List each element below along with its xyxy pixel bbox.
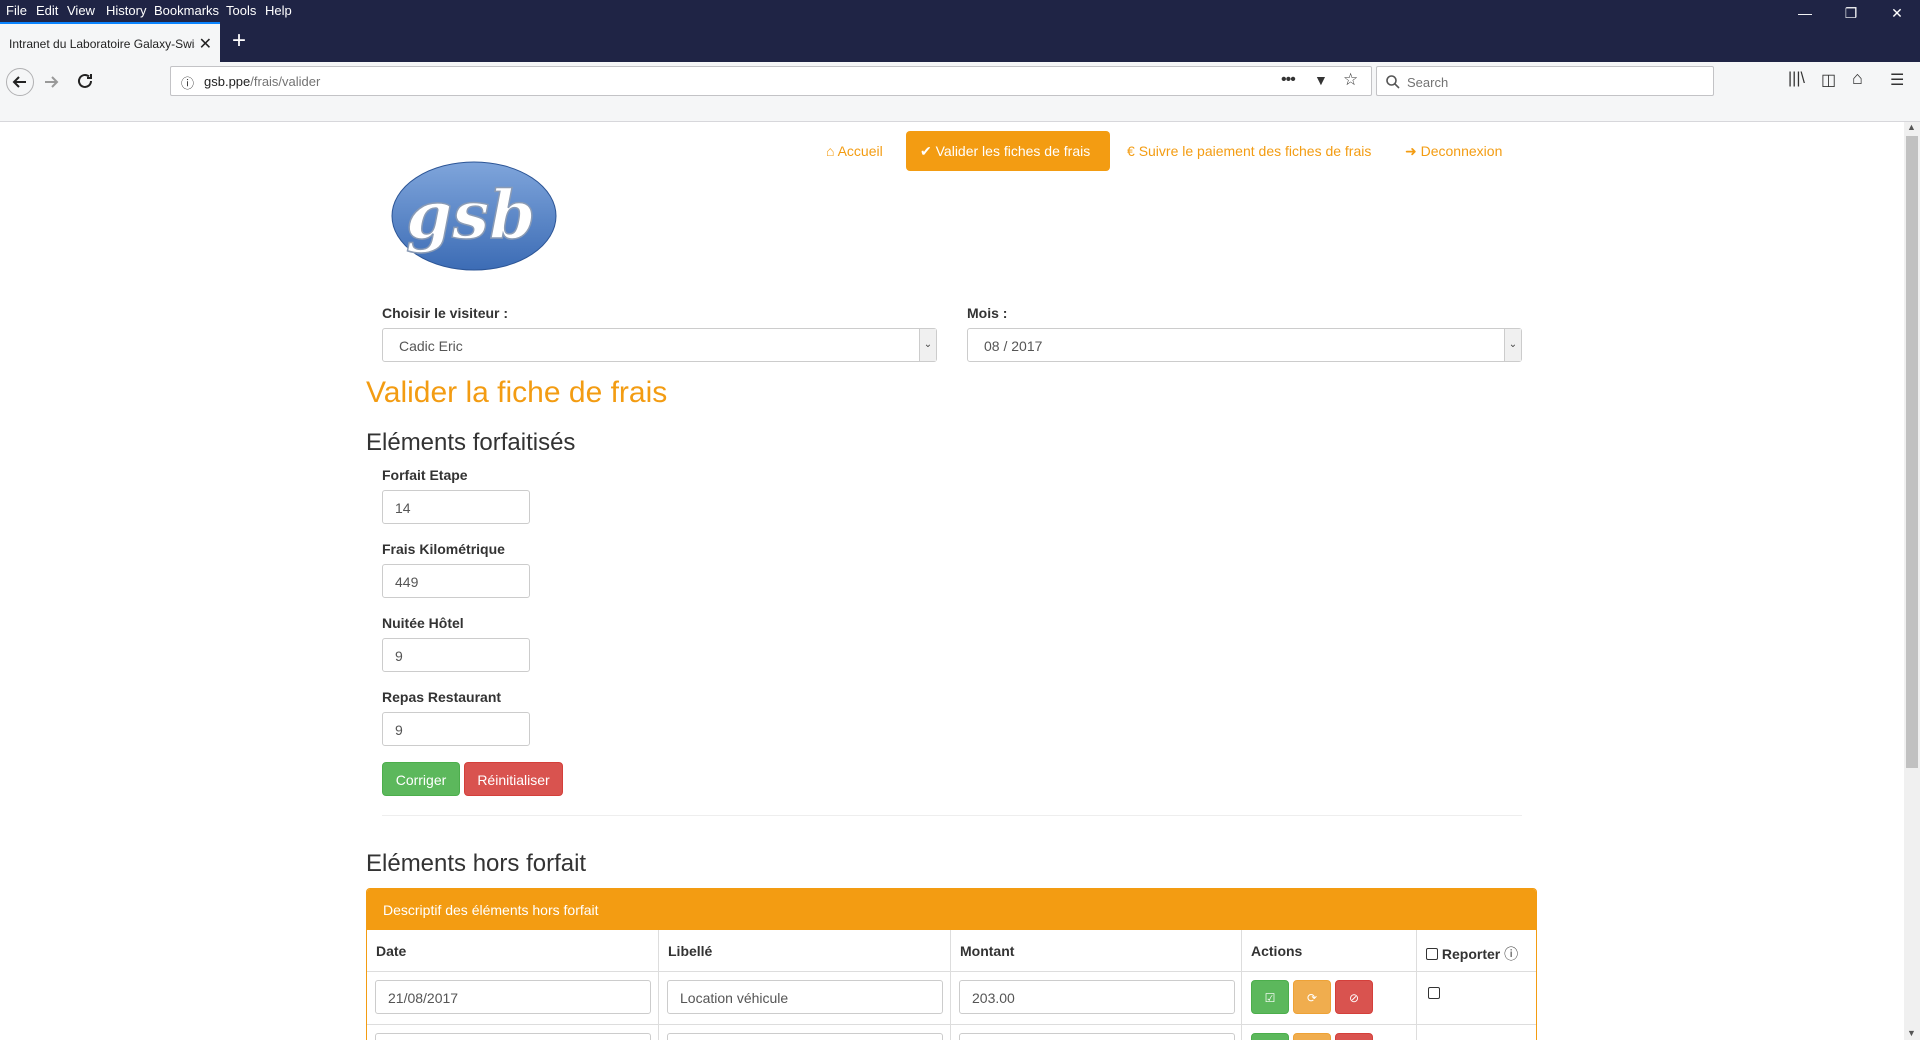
report-row-button[interactable] [1293,1033,1331,1040]
browser-tab[interactable]: Intranet du Laboratoire Galaxy-Swiss Bou… [0,22,220,62]
menu-view[interactable]: View [67,3,95,18]
search-bar[interactable]: Search [1376,66,1714,96]
nav-accueil[interactable]: ⌂ Accueil [826,131,883,171]
panel-heading: Descriptif des éléments hors forfait [367,889,1536,930]
nav-valider[interactable]: ✔ Valider les fiches de frais [906,131,1110,171]
logo-image: gsb [391,161,557,271]
bookmark-star-icon[interactable]: ☆ [1343,70,1358,90]
forfait-heading: Eléments forfaitisés [366,429,576,456]
page-viewport: ⌂ Accueil ✔ Valider les fiches de frais … [0,122,1904,1040]
mois-select[interactable]: 08 / 2017 ⌄ [967,328,1522,362]
back-button[interactable] [6,68,34,96]
new-tab-icon[interactable]: + [232,27,246,55]
reload-button[interactable] [74,70,96,95]
row2-montant-input[interactable] [959,1033,1235,1040]
pocket-icon[interactable]: ▼ [1314,72,1328,88]
euro-icon: € [1127,143,1135,159]
url-text: gsb.ppe/frais/valider [204,74,321,89]
corriger-button[interactable]: Corriger [382,762,460,796]
refresh-icon: ⟳ [1306,991,1318,1005]
validate-row-button[interactable] [1251,1033,1289,1040]
frais-km-input[interactable]: 449 [382,564,530,598]
row2-libelle-input[interactable] [667,1033,943,1040]
row1-montant-input[interactable]: 203.00 [959,980,1235,1014]
menu-tools[interactable]: Tools [226,3,256,18]
address-bar[interactable]: ⓘ gsb.ppe/frais/valider ••• ▼ ☆ [170,66,1372,96]
column-header-actions: Actions [1251,943,1303,959]
library-icon[interactable]: |||\ [1788,70,1805,88]
hors-forfait-heading: Eléments hors forfait [366,850,587,877]
visiteur-label: Choisir le visiteur : [382,305,509,321]
nuitee-hotel-label: Nuitée Hôtel [382,615,464,631]
menu-bookmarks[interactable]: Bookmarks [154,3,219,18]
row1-reporter-checkbox[interactable] [1428,987,1440,999]
hors-forfait-panel: Descriptif des éléments hors forfait Dat… [366,888,1537,1040]
nav-deconnexion[interactable]: ➜ Deconnexion [1405,131,1502,171]
svg-text:gsb: gsb [406,176,535,254]
menu-file[interactable]: File [6,3,27,18]
row-divider [367,971,1536,972]
menu-bar: File Edit View History Bookmarks Tools H… [0,0,1920,22]
divider [382,815,1522,816]
tab-title: Intranet du Laboratoire Galaxy-Swiss Bou… [9,37,195,51]
forward-arrow-icon [45,76,59,88]
validate-row-button[interactable]: ☑ [1251,980,1289,1014]
repas-restaurant-input[interactable]: 9 [382,712,530,746]
row1-libelle-input[interactable]: Location véhicule [667,980,943,1014]
menu-edit[interactable]: Edit [36,3,58,18]
home-icon: ⌂ [826,143,835,159]
reload-icon [78,73,92,88]
visiteur-select[interactable]: Cadic Eric ⌄ [382,328,937,362]
close-window-icon[interactable]: ✕ [1874,0,1920,22]
hamburger-menu-icon[interactable]: ☰ [1890,70,1904,90]
tab-bar: Intranet du Laboratoire Galaxy-Swiss Bou… [0,22,1920,62]
row-divider [367,1024,1536,1025]
sign-out-icon: ➜ [1405,143,1417,159]
search-placeholder: Search [1407,75,1449,90]
sidebar-icon[interactable]: ◫ [1821,70,1836,90]
forfait-etape-label: Forfait Etape [382,467,468,483]
repas-restaurant-label: Repas Restaurant [382,689,502,705]
chevron-down-icon: ⌄ [919,329,936,361]
mois-label: Mois : [967,305,1008,321]
ban-icon: ⊘ [1348,991,1360,1005]
page-actions-icon[interactable]: ••• [1281,71,1296,89]
row2-date-input[interactable] [375,1033,651,1040]
scroll-down-icon[interactable]: ▼ [1907,1028,1916,1038]
row1-date-input[interactable]: 21/08/2017 [375,980,651,1014]
scrollbar-thumb[interactable] [1906,136,1918,768]
search-icon [1386,75,1400,89]
home-icon[interactable]: ⌂ [1852,68,1863,89]
info-icon[interactable]: ⓘ [181,73,194,92]
check-square-icon: ☑ [1264,991,1276,1005]
nav-suivre[interactable]: € Suivre le paiement des fiches de frais [1127,131,1371,171]
back-arrow-icon [12,76,26,88]
reinitialiser-button[interactable]: Réinitialiser [464,762,563,796]
refuse-row-button[interactable]: ⊘ [1335,980,1373,1014]
forfait-etape-input[interactable]: 14 [382,490,530,524]
menu-history[interactable]: History [106,3,146,18]
nuitee-hotel-input[interactable]: 9 [382,638,530,672]
scroll-up-icon[interactable]: ▲ [1907,122,1916,132]
reporter-all-checkbox[interactable] [1426,948,1438,960]
refuse-row-button[interactable] [1335,1033,1373,1040]
gsb-logo: gsb [384,156,564,276]
restore-icon[interactable]: ❐ [1828,0,1874,22]
menu-help[interactable]: Help [265,3,292,18]
column-header-reporter: Reporter ⓘ [1426,944,1518,964]
report-row-button[interactable]: ⟳ [1293,980,1331,1014]
minimize-icon[interactable]: — [1782,0,1828,22]
column-header-montant: Montant [960,943,1015,959]
column-header-date: Date [376,943,407,959]
visiteur-value: Cadic Eric [399,338,463,354]
tab-close-icon[interactable]: ✕ [199,34,212,54]
frais-km-label: Frais Kilométrique [382,541,505,557]
forward-button[interactable] [40,70,64,97]
page-title: Valider la fiche de frais [366,376,668,409]
info-circle-icon: ⓘ [1504,946,1519,962]
chevron-down-icon: ⌄ [1504,329,1521,361]
check-icon: ✔ [920,143,932,159]
mois-value: 08 / 2017 [984,338,1043,354]
column-header-libelle: Libellé [668,943,713,959]
